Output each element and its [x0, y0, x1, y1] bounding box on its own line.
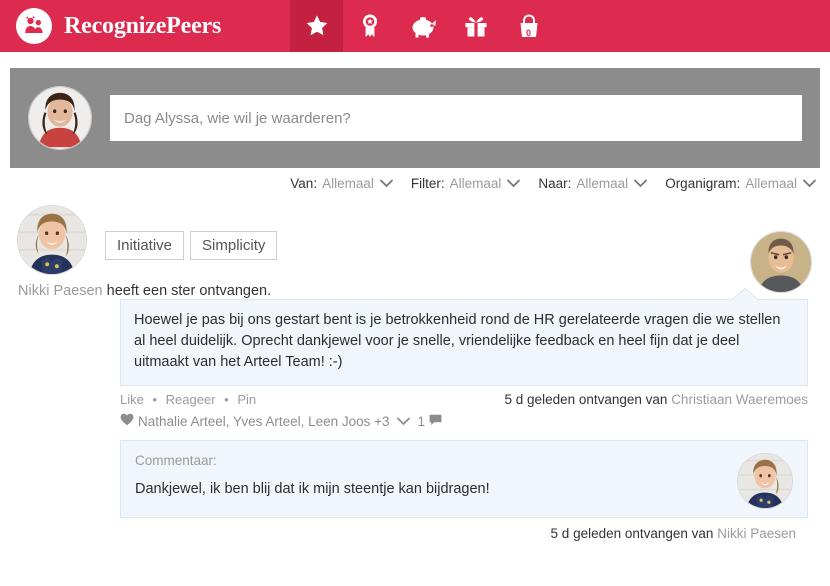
- piggy-bank-icon: [409, 14, 437, 38]
- award-ribbon-icon: [359, 13, 381, 39]
- avatar-giver[interactable]: [750, 231, 812, 293]
- heart-icon: [120, 413, 134, 429]
- comment-button[interactable]: Reageer: [166, 392, 216, 407]
- avatar-current-user[interactable]: [28, 86, 92, 150]
- chevron-down-icon: [634, 176, 648, 191]
- message-wrapper: Hoewel je pas bij ons gestart bent is je…: [120, 288, 808, 541]
- compose-band: [10, 68, 820, 168]
- nav-item-star[interactable]: [290, 0, 343, 52]
- giver-name[interactable]: Christiaan Waeremoes: [671, 392, 808, 407]
- recognize-search-input[interactable]: [110, 95, 802, 141]
- recognition-message: Hoewel je pas bij ons gestart bent is je…: [120, 299, 808, 387]
- filter-naar-label: Naar:: [538, 176, 572, 191]
- brand-logo[interactable]: RecognizePeers: [0, 0, 290, 52]
- nav-item-gift[interactable]: [449, 0, 502, 52]
- comment-bubble-icon[interactable]: [429, 414, 442, 429]
- received-prefix: 5 d geleden ontvangen van: [504, 392, 668, 408]
- comment-received-line: 5 d geleden ontvangen van Nikki Paesen: [120, 526, 796, 541]
- filter-van-value: Allemaal: [322, 176, 374, 191]
- recipient-line: Nikki Paesen heeft een ster ontvangen.: [18, 283, 820, 299]
- filter-filter-value: Allemaal: [449, 176, 502, 191]
- received-line: 5 d geleden ontvangen van Christiaan Wae…: [505, 392, 808, 407]
- value-badge-simplicity[interactable]: Simplicity: [190, 231, 278, 260]
- like-button[interactable]: Like: [120, 392, 144, 407]
- recognition-feed: Initiative Simplicity Nikki Paesen heeft…: [0, 205, 830, 541]
- star-icon: [304, 13, 330, 39]
- comment-count: 1: [417, 413, 426, 429]
- avatar-commenter[interactable]: [737, 453, 793, 510]
- filter-van[interactable]: Van: Allemaal: [290, 176, 393, 191]
- filter-van-label: Van:: [290, 176, 318, 191]
- filter-organigram-label: Organigram:: [665, 176, 741, 191]
- nav-item-award[interactable]: [343, 0, 396, 52]
- main-nav: 0: [290, 0, 555, 52]
- bubble-pointer: [732, 289, 758, 300]
- filter-bar: Van: Allemaal Filter: Allemaal Naar: All…: [0, 168, 830, 191]
- comment-author-name[interactable]: Nikki Paesen: [717, 526, 796, 541]
- post-header: Initiative Simplicity: [10, 205, 820, 293]
- filter-filter[interactable]: Filter: Allemaal: [411, 176, 521, 191]
- comment-received-prefix: 5 d geleden ontvangen van: [550, 526, 714, 542]
- people-badge-icon: [16, 8, 52, 44]
- action-separator-2: •: [224, 392, 229, 408]
- filter-naar-value: Allemaal: [576, 176, 629, 191]
- action-row: Like • Reageer • Pin 5 d geleden ontvang…: [120, 392, 808, 407]
- nav-item-piggy-bank[interactable]: [396, 0, 449, 52]
- filter-filter-label: Filter:: [410, 176, 445, 191]
- cart-count-badge: 0: [525, 28, 532, 38]
- comment-text: Dankjewel, ik ben blij dat ik mijn steen…: [135, 481, 490, 498]
- comment-block: Commentaar: Dankjewel, ik ben blij dat i…: [120, 440, 808, 519]
- pin-button[interactable]: Pin: [237, 392, 256, 407]
- recipient-action-text: heeft een ster ontvangen.: [106, 283, 272, 299]
- chevron-down-icon: [803, 176, 816, 191]
- value-badges: Initiative Simplicity: [105, 231, 283, 260]
- likers-names[interactable]: Nathalie Arteel, Yves Arteel, Leen Joos …: [138, 414, 390, 429]
- filter-organigram-value: Allemaal: [745, 176, 797, 191]
- avatar-recipient[interactable]: [17, 205, 87, 275]
- gift-icon: [463, 13, 489, 39]
- nav-item-cart[interactable]: 0: [502, 0, 555, 52]
- chevron-down-icon: [379, 176, 393, 191]
- value-badge-initiative[interactable]: Initiative: [105, 231, 185, 260]
- likes-row: Nathalie Arteel, Yves Arteel, Leen Joos …: [120, 413, 808, 429]
- brand-name: RecognizePeers: [64, 12, 222, 39]
- filter-naar[interactable]: Naar: Allemaal: [538, 176, 648, 191]
- filter-organigram[interactable]: Organigram: Allemaal: [665, 176, 816, 191]
- recipient-name[interactable]: Nikki Paesen: [18, 283, 103, 299]
- app-header: RecognizePeers 0: [0, 0, 830, 52]
- chevron-down-icon[interactable]: [396, 414, 410, 429]
- action-links: Like • Reageer • Pin: [120, 392, 256, 407]
- comment-label: Commentaar:: [135, 453, 217, 469]
- action-separator-1: •: [152, 392, 158, 408]
- chevron-down-icon: [507, 176, 521, 191]
